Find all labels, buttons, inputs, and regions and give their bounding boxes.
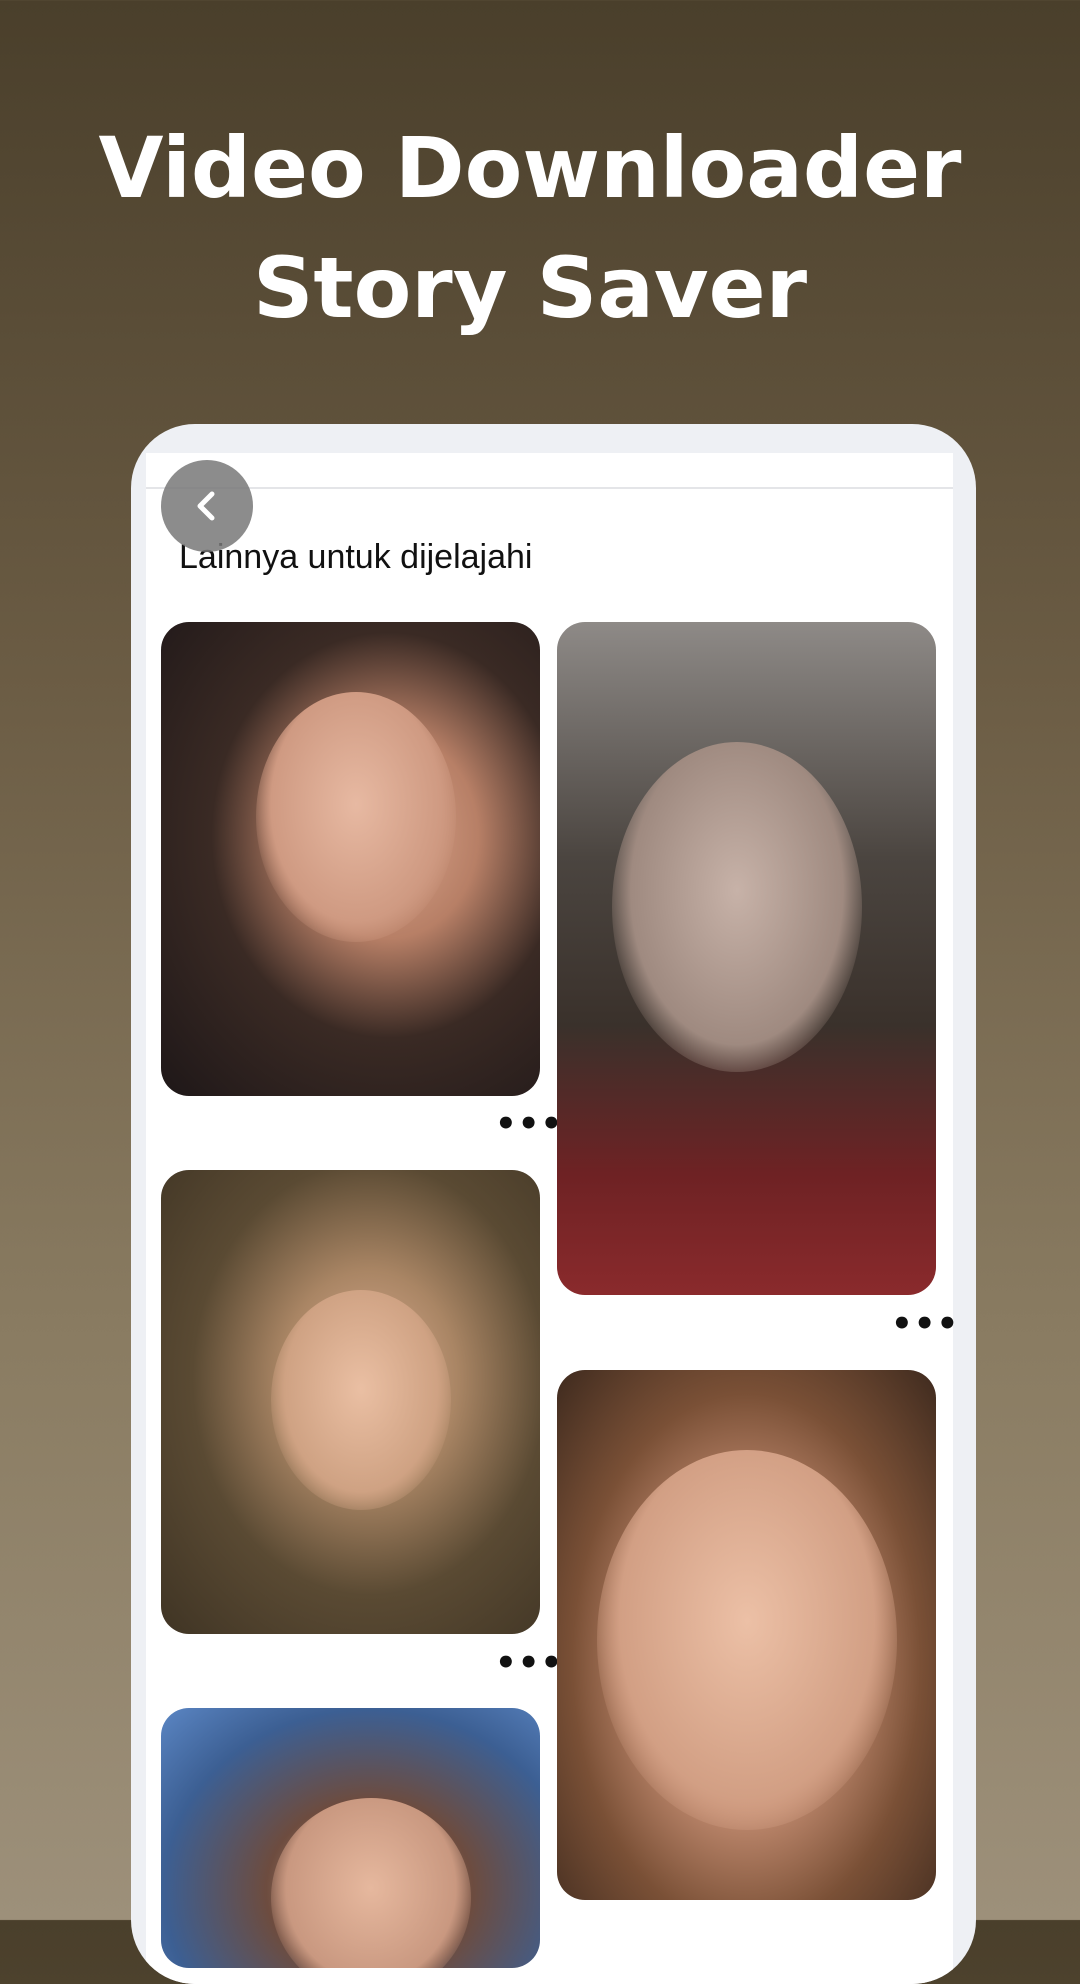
pin-image[interactable] bbox=[161, 622, 540, 1096]
portrait-face bbox=[271, 1798, 471, 1968]
more-options-icon[interactable]: ••• bbox=[891, 1307, 959, 1341]
more-options-icon[interactable]: ••• bbox=[495, 1107, 563, 1141]
pin-image[interactable] bbox=[557, 1370, 936, 1900]
portrait-face bbox=[597, 1450, 897, 1830]
pin-image[interactable] bbox=[557, 622, 936, 1295]
portrait-face bbox=[256, 692, 456, 942]
pin-image[interactable] bbox=[161, 1708, 540, 1968]
portrait-face bbox=[271, 1290, 451, 1510]
top-divider bbox=[146, 487, 953, 489]
back-button[interactable] bbox=[161, 460, 253, 552]
portrait-face bbox=[612, 742, 862, 1072]
promo-title-line-1: Video Downloader bbox=[98, 119, 962, 217]
pin-image[interactable] bbox=[161, 1170, 540, 1634]
promo-title-line-2: Story Saver bbox=[252, 239, 808, 337]
more-options-icon[interactable]: ••• bbox=[495, 1646, 563, 1680]
chevron-left-icon bbox=[197, 491, 215, 521]
promo-headline: Video Downloader Story Saver bbox=[0, 108, 1060, 348]
